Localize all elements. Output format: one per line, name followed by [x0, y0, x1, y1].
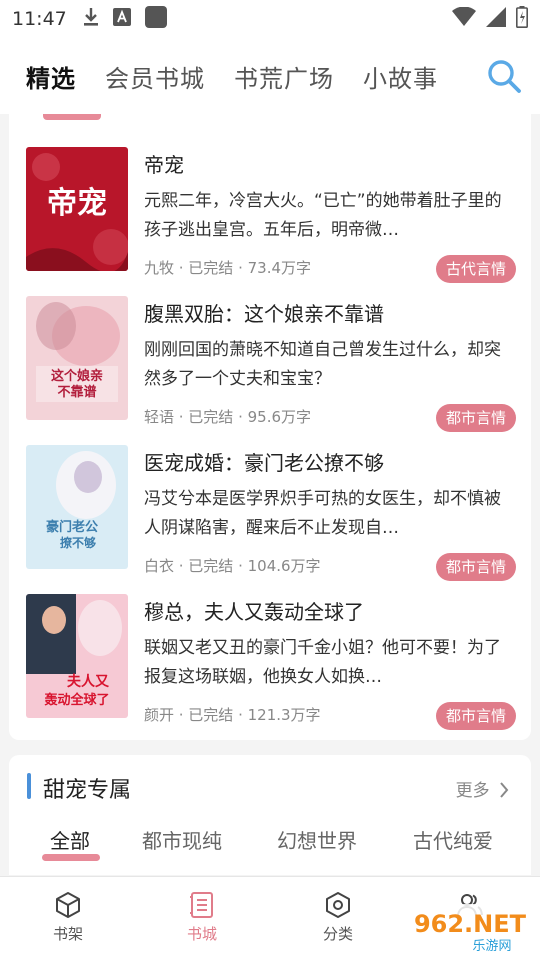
- tab-featured[interactable]: 精选: [26, 59, 76, 94]
- book-item[interactable]: 这个娘亲 不靠谱 腹黑双胎：这个娘亲不靠谱 刚刚回国的萧晓不知道自己曾发生过什么…: [26, 296, 516, 432]
- more-link[interactable]: 更多: [456, 776, 509, 801]
- book-description: 联姻又老又丑的豪门千金小姐？他可不要！为了报复这场联姻，他换女人如换…: [144, 638, 501, 687]
- svg-text:乐游网: 乐游网: [472, 939, 511, 954]
- book-description: 冯艾兮本是医学界炽手可热的女医生，却不慎被人阴谋陷害，醒来后不止发现自…: [144, 489, 501, 538]
- book-description: 刚刚回国的萧晓不知道自己曾发生过什么，却突然多了一个丈夫和宝宝？: [144, 340, 501, 389]
- nav-label: 书架: [52, 925, 83, 943]
- svg-text:撩不够: 撩不够: [60, 535, 96, 550]
- bottom-nav: 书架 书城 分类 962.NET 乐游网: [0, 876, 540, 960]
- book-meta: 轻语 · 已完结 · 95.6万字: [144, 408, 312, 426]
- book-meta: 九牧 · 已完结 · 73.4万字: [144, 259, 312, 277]
- svg-text:豪门老公: 豪门老公: [46, 519, 98, 535]
- nav-bookshelf[interactable]: 书架: [28, 891, 108, 944]
- book-meta: 白衣 · 已完结 · 104.6万字: [144, 557, 321, 575]
- book-meta: 颜开 · 已完结 · 121.3万字: [144, 706, 321, 724]
- signal-icon: [486, 7, 506, 31]
- tab-indicator: [43, 114, 101, 120]
- tab-book-square[interactable]: 书荒广场: [234, 59, 334, 94]
- chevron-right-icon: [495, 781, 509, 801]
- section-title: 甜宠专属: [43, 778, 132, 803]
- book-item[interactable]: 帝宠 帝宠 元熙二年，冷宫大火。“已亡”的她带着肚子里的孩子逃出皇宫。五年后，明…: [26, 147, 516, 283]
- book-list-card: 帝宠 帝宠 元熙二年，冷宫大火。“已亡”的她带着肚子里的孩子逃出皇宫。五年后，明…: [9, 114, 531, 740]
- svg-text:轰动全球了: 轰动全球了: [43, 692, 109, 708]
- sweet-romance-section: 甜宠专属 更多 全部 都市现纯 幻想世界 古代纯爱: [9, 755, 531, 875]
- genre-tag[interactable]: 古代言情: [435, 255, 516, 283]
- svg-text:这个娘亲: 这个娘亲: [51, 368, 103, 384]
- book-title: 穆总，夫人又轰动全球了: [144, 600, 364, 624]
- book-description: 元熙二年，冷宫大火。“已亡”的她带着肚子里的孩子逃出皇宫。五年后，明帝微…: [144, 191, 502, 240]
- search-icon[interactable]: [486, 58, 522, 94]
- book-list-icon: [162, 891, 242, 919]
- battery-icon: [516, 6, 528, 32]
- watermark-logo: 962.NET 乐游网: [400, 896, 540, 960]
- book-title: 医宠成婚：豪门老公撩不够: [144, 451, 384, 475]
- app-square-icon: [144, 6, 167, 32]
- book-cover[interactable]: 夫人又 轰动全球了: [26, 594, 128, 718]
- tab-short-stories[interactable]: 小故事: [363, 59, 438, 94]
- genre-tag[interactable]: 都市言情: [435, 702, 516, 730]
- section-tab-ancient[interactable]: 古代纯爱: [413, 825, 493, 854]
- cube-icon: [28, 891, 108, 919]
- book-cover[interactable]: 这个娘亲 不靠谱: [26, 296, 128, 420]
- section-accent-bar: [27, 773, 31, 799]
- section-tab-urban[interactable]: 都市现纯: [142, 825, 222, 854]
- svg-text:不靠谱: 不靠谱: [57, 384, 96, 400]
- top-nav: 精选 会员书城 书荒广场 小故事: [0, 38, 540, 114]
- svg-text:夫人又: 夫人又: [67, 673, 110, 690]
- book-cover[interactable]: 豪门老公 撩不够: [26, 445, 128, 569]
- section-tab-all[interactable]: 全部: [50, 825, 90, 854]
- wifi-icon: [452, 6, 476, 31]
- status-bar: 11:47: [0, 0, 540, 38]
- book-title: 腹黑双胎：这个娘亲不靠谱: [144, 302, 384, 326]
- svg-text:962.NET: 962.NET: [414, 910, 527, 938]
- book-cover[interactable]: 帝宠: [26, 147, 128, 271]
- nav-label: 书城: [186, 925, 217, 943]
- genre-tag[interactable]: 都市言情: [435, 404, 516, 432]
- book-item[interactable]: 夫人又 轰动全球了 穆总，夫人又轰动全球了 联姻又老又丑的豪门千金小姐？他可不要…: [26, 594, 516, 730]
- tab-vip-store[interactable]: 会员书城: [105, 59, 205, 94]
- more-label: 更多: [455, 781, 490, 801]
- nav-bookstore[interactable]: 书城: [162, 891, 242, 944]
- status-time: 11:47: [12, 8, 67, 30]
- app-a-icon: [112, 8, 131, 30]
- svg-text:帝宠: 帝宠: [47, 186, 107, 221]
- section-tab-fantasy[interactable]: 幻想世界: [277, 825, 357, 854]
- book-item[interactable]: 豪门老公 撩不够 医宠成婚：豪门老公撩不够 冯艾兮本是医学界炽手可热的女医生，却…: [26, 445, 516, 581]
- nav-label: 分类: [322, 925, 353, 943]
- hexagon-icon: [298, 891, 378, 919]
- section-tab-indicator: [42, 854, 100, 861]
- book-title: 帝宠: [144, 153, 184, 177]
- download-icon: [83, 7, 99, 31]
- nav-categories[interactable]: 分类: [298, 891, 378, 944]
- genre-tag[interactable]: 都市言情: [435, 553, 516, 581]
